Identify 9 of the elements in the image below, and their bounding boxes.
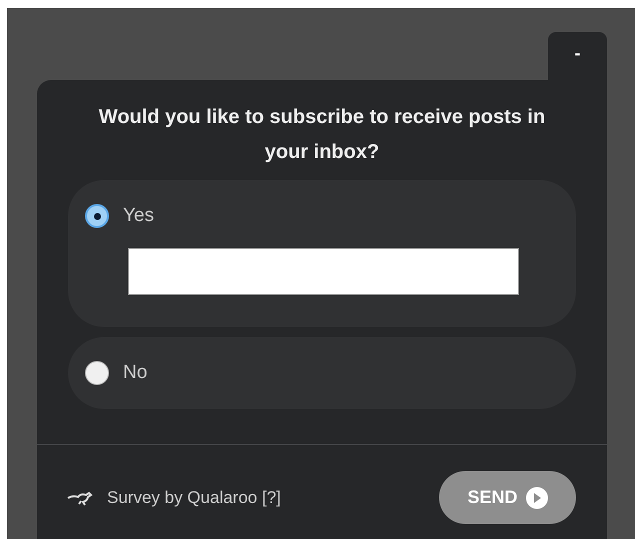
radio-button[interactable]	[85, 204, 109, 228]
play-icon	[526, 486, 548, 508]
option-label: No	[123, 360, 148, 384]
option-label: Yes	[123, 204, 154, 228]
credit-text: Survey by Qualaroo [?]	[107, 486, 281, 509]
input-field[interactable]	[128, 248, 519, 294]
radio-button[interactable]	[85, 360, 109, 385]
minimize-button[interactable]: -	[548, 32, 607, 82]
question-text: Would you like to subscribe to receive posts in your inbox?	[98, 105, 546, 165]
